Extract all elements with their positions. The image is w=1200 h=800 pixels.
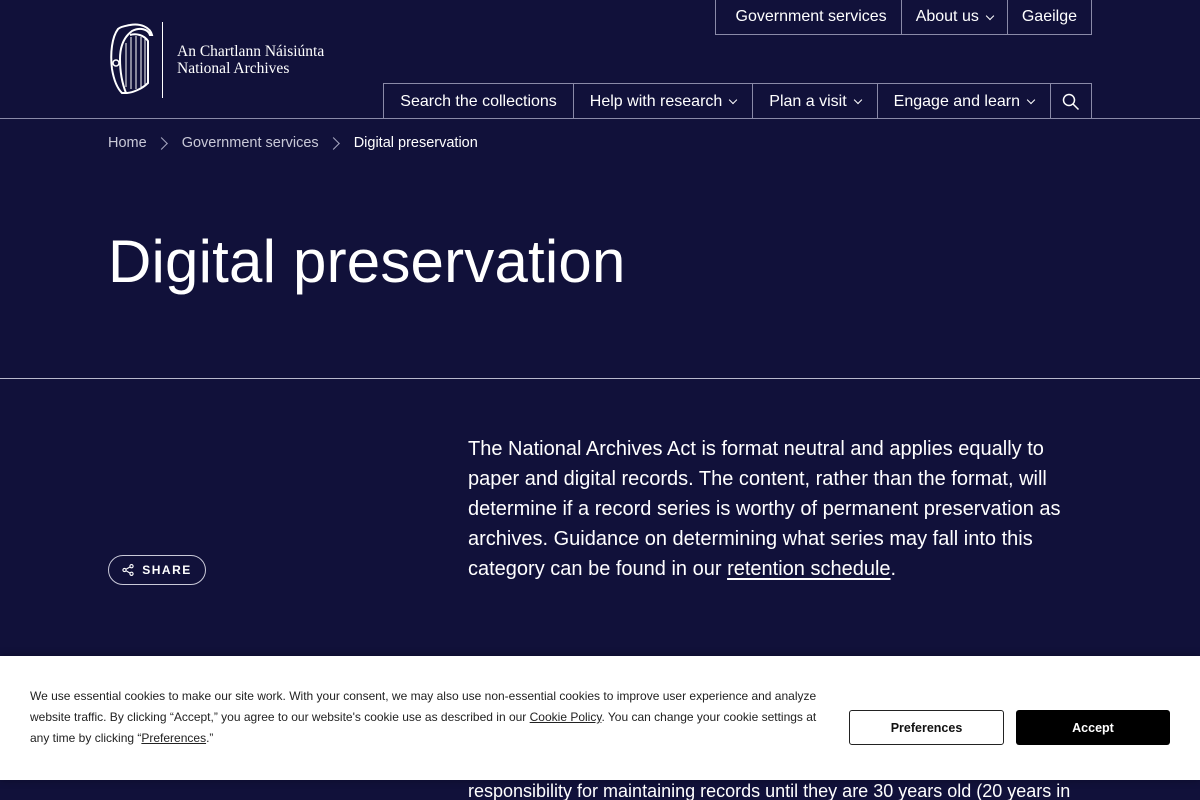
nav-search-collections[interactable]: Search the collections <box>384 84 573 119</box>
util-nav-label: About us <box>915 8 979 25</box>
util-nav-government-services[interactable]: Government services <box>716 0 901 34</box>
logo-line-irish: An Chartlann Náisiúnta <box>177 43 325 60</box>
chevron-right-icon <box>154 136 168 150</box>
main-nav: Search the collections Help with researc… <box>383 83 1092 119</box>
share-icon <box>122 564 134 576</box>
page-title: Digital preservation <box>108 228 626 295</box>
nav-plan-a-visit[interactable]: Plan a visit <box>752 84 876 119</box>
body-paragraph-partial: responsibility for maintaining records u… <box>468 781 1071 800</box>
share-label: SHARE <box>142 563 192 577</box>
nav-label: Help with research <box>589 92 723 110</box>
intro-text-end: . <box>890 558 897 580</box>
util-nav-about-us[interactable]: About us <box>900 0 1007 34</box>
util-nav-label: Gaeilge <box>1021 8 1077 25</box>
breadcrumb-home[interactable]: Home <box>108 135 147 151</box>
util-nav-gaeilge[interactable]: Gaeilge <box>1006 0 1091 34</box>
logo-text: An Chartlann Náisiúnta National Archives <box>177 43 324 77</box>
cookie-text-part: .” <box>206 731 214 745</box>
chevron-down-icon <box>1026 95 1036 105</box>
preferences-button[interactable]: Preferences <box>849 710 1004 745</box>
accept-button[interactable]: Accept <box>1016 710 1170 745</box>
nav-engage-and-learn[interactable]: Engage and learn <box>876 84 1050 119</box>
intro-paragraph: The National Archives Act is format neut… <box>468 434 1078 584</box>
site-header: An Chartlann Náisiúnta National Archives… <box>0 0 1200 119</box>
nav-label: Engage and learn <box>893 92 1020 110</box>
logo-line-english: National Archives <box>177 60 290 77</box>
chevron-down-icon <box>729 95 738 105</box>
site-logo[interactable]: An Chartlann Náisiúnta National Archives <box>108 22 338 98</box>
preferences-link[interactable]: Preferences <box>141 731 206 745</box>
hero-divider <box>0 378 1200 379</box>
logo-divider <box>162 22 163 98</box>
chevron-down-icon <box>853 95 862 105</box>
chevron-down-icon <box>985 11 995 20</box>
share-button[interactable]: SHARE <box>108 555 206 585</box>
cookie-policy-link[interactable]: Cookie Policy <box>530 710 602 724</box>
nav-label: Search the collections <box>400 92 557 110</box>
search-button[interactable] <box>1050 84 1091 119</box>
harp-icon <box>110 23 154 94</box>
util-nav-label: Government services <box>735 8 887 25</box>
breadcrumb-government-services[interactable]: Government services <box>182 135 319 151</box>
chevron-right-icon <box>326 136 340 150</box>
cookie-banner-text: We use essential cookies to make our sit… <box>30 686 830 749</box>
breadcrumb: Home Government services Digital preserv… <box>108 132 478 154</box>
cookie-banner: We use essential cookies to make our sit… <box>0 656 1200 780</box>
search-icon <box>1062 93 1080 110</box>
utility-nav: Government services About us Gaeilge <box>714 0 1092 35</box>
nav-help-with-research[interactable]: Help with research <box>572 84 753 119</box>
retention-schedule-link[interactable]: retention schedule <box>727 558 890 580</box>
nav-label: Plan a visit <box>769 92 847 110</box>
breadcrumb-current: Digital preservation <box>353 135 478 151</box>
